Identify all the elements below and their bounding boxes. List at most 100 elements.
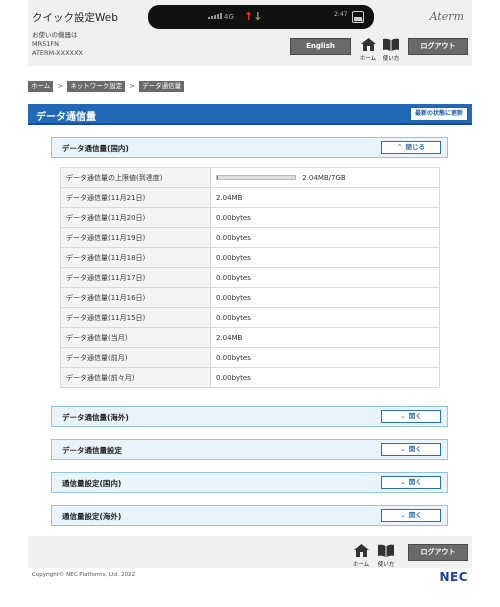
usage-label: データ通信量(11月19日): [60, 227, 211, 248]
section-label: 通信量設定(国内): [62, 479, 122, 488]
open-section-button[interactable]: ⌄ 開く: [381, 410, 441, 423]
section-label: データ通信量(国内): [62, 144, 129, 153]
limit-cell: 2.04MB/7GB: [210, 167, 440, 188]
footer-logout-button[interactable]: ログアウト: [408, 544, 468, 561]
section-overseas-settings: 通信量設定(海外) ⌄ 開く: [51, 505, 448, 526]
usage-value: 0.00bytes: [210, 227, 440, 248]
section-label: データ通信量(海外): [62, 413, 129, 422]
table-row: データ通信量(11月17日) 0.00bytes: [60, 267, 440, 288]
usage-value: 0.00bytes: [210, 307, 440, 328]
table-row: データ通信量(11月20日) 0.00bytes: [60, 207, 440, 228]
section-label: 通信量設定(海外): [62, 512, 122, 521]
footer-help-button[interactable]: 使い方: [375, 542, 397, 569]
usage-label: データ通信量(11月15日): [60, 307, 211, 328]
chevron-down-icon: ⌄: [400, 478, 406, 486]
usage-label: データ通信量(11月18日): [60, 247, 211, 268]
copyright: Copyright© NEC Platforms, Ltd. 2022: [32, 572, 136, 578]
breadcrumb: ホーム > ネットワーク設定 > データ通信量: [28, 80, 185, 92]
open-label: 開く: [408, 412, 422, 420]
usage-value: 2.04MB: [210, 327, 440, 348]
usage-label: データ通信量(11月16日): [60, 287, 211, 308]
help-button[interactable]: 使い方: [380, 36, 402, 63]
open-label: 開く: [408, 511, 422, 519]
breadcrumb-data-usage: データ通信量: [139, 80, 185, 92]
usage-progress-bar: [216, 175, 296, 180]
usage-label: データ通信量(当月): [60, 327, 211, 348]
table-row: データ通信量(11月18日) 0.00bytes: [60, 247, 440, 268]
network-type: 4G: [224, 13, 234, 21]
usage-label: データ通信量(前々月): [60, 367, 211, 388]
limit-label: データ通信量の上限値(到達度): [60, 167, 211, 188]
logout-button[interactable]: ログアウト: [408, 38, 468, 55]
app-root: クイック設定Web お使いの機器は MR51FN ATERM-XXXXXX At…: [0, 0, 500, 607]
usage-value: 0.00bytes: [210, 267, 440, 288]
usage-label: データ通信量(前月): [60, 347, 211, 368]
table-row: データ通信量(前月) 0.00bytes: [60, 347, 440, 368]
table-row: データ通信量の上限値(到達度) 2.04MB/7GB: [60, 167, 440, 188]
page-title-bar: データ通信量 最新の状態に更新: [28, 104, 472, 125]
brand-logo: Aterm: [429, 10, 464, 23]
chevron-down-icon: ⌄: [400, 511, 406, 519]
breadcrumb-separator: >: [129, 82, 136, 90]
usage-progress-fill: [217, 176, 218, 179]
section-label: データ通信量設定: [62, 446, 122, 455]
table-row: データ通信量(前々月) 0.00bytes: [60, 367, 440, 388]
battery-icon: [352, 11, 364, 23]
status-clock: 2:47: [334, 11, 348, 18]
home-icon: [353, 544, 369, 557]
close-section-button[interactable]: ⌃ 閉じる: [381, 141, 441, 154]
table-row: データ通信量(11月21日) 2.04MB: [60, 187, 440, 208]
nec-logo: NEC: [439, 570, 468, 584]
section-domestic-settings: 通信量設定(国内) ⌄ 開く: [51, 472, 448, 493]
chevron-up-icon: ⌃: [397, 143, 403, 151]
home-label: ホーム: [359, 56, 377, 62]
help-label: 使い方: [377, 562, 395, 568]
home-button[interactable]: ホーム: [357, 36, 379, 63]
home-label: ホーム: [352, 562, 370, 568]
open-section-button[interactable]: ⌄ 開く: [381, 509, 441, 522]
section-domestic-usage: データ通信量(国内) ⌃ 閉じる: [51, 137, 448, 158]
app-title: クイック設定Web: [32, 12, 118, 24]
open-label: 開く: [408, 478, 422, 486]
usage-value: 0.00bytes: [210, 367, 440, 388]
usage-table: データ通信量の上限値(到達度) 2.04MB/7GB データ通信量(11月21日…: [60, 167, 440, 388]
traffic-icon: ↑↓: [244, 10, 263, 23]
limit-value: 2.04MB/7GB: [302, 173, 346, 182]
breadcrumb-separator: >: [57, 82, 64, 90]
header: クイック設定Web お使いの機器は MR51FN ATERM-XXXXXX At…: [28, 0, 472, 66]
footer-home-button[interactable]: ホーム: [350, 542, 372, 569]
table-row: データ通信量(当月) 2.04MB: [60, 327, 440, 348]
close-label: 閉じる: [405, 143, 425, 151]
open-section-button[interactable]: ⌄ 開く: [381, 443, 441, 456]
footer-bar: ホーム 使い方 ログアウト: [28, 536, 472, 568]
table-row: データ通信量(11月19日) 0.00bytes: [60, 227, 440, 248]
book-icon: [383, 38, 399, 51]
chevron-down-icon: ⌄: [400, 412, 406, 420]
section-overseas-usage: データ通信量(海外) ⌄ 開く: [51, 406, 448, 427]
refresh-button[interactable]: 最新の状態に更新: [409, 107, 468, 121]
breadcrumb-network-settings[interactable]: ネットワーク設定: [67, 80, 126, 92]
signal-icon: [208, 13, 222, 19]
usage-value: 0.00bytes: [210, 207, 440, 228]
table-row: データ通信量(11月15日) 0.00bytes: [60, 307, 440, 328]
usage-value: 2.04MB: [210, 187, 440, 208]
home-icon: [360, 38, 376, 51]
device-model: MR51FN: [32, 40, 59, 48]
usage-value: 0.00bytes: [210, 287, 440, 308]
usage-label: データ通信量(11月21日): [60, 187, 211, 208]
english-button[interactable]: English: [290, 38, 351, 55]
book-icon: [378, 544, 394, 557]
device-name: ATERM-XXXXXX: [32, 49, 83, 57]
status-bar: 4G ↑↓ 2:47 35%: [148, 5, 374, 29]
page-title: データ通信量: [36, 112, 96, 123]
open-section-button[interactable]: ⌄ 開く: [381, 476, 441, 489]
device-label: お使いの機器は: [32, 31, 78, 39]
usage-value: 0.00bytes: [210, 247, 440, 268]
help-label: 使い方: [382, 56, 400, 62]
table-row: データ通信量(11月16日) 0.00bytes: [60, 287, 440, 308]
breadcrumb-home[interactable]: ホーム: [28, 80, 54, 92]
chevron-down-icon: ⌄: [400, 445, 406, 453]
usage-label: データ通信量(11月20日): [60, 207, 211, 228]
open-label: 開く: [408, 445, 422, 453]
usage-value: 0.00bytes: [210, 347, 440, 368]
